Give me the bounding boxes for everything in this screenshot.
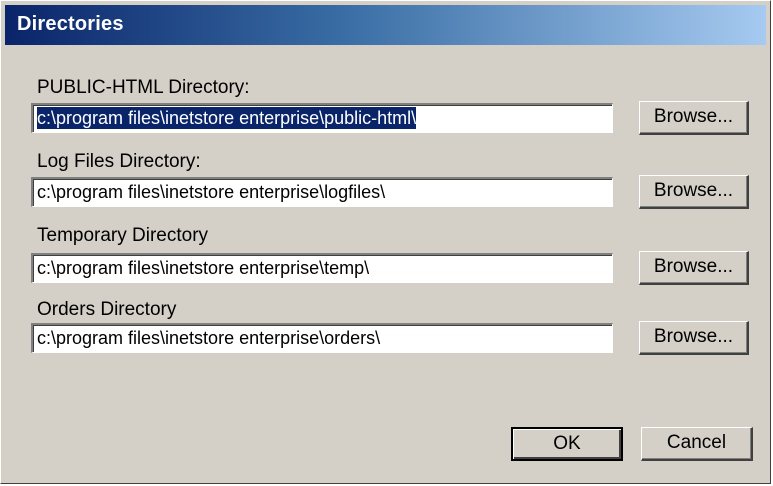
log-files-directory-label: Log Files Directory: [37, 151, 201, 172]
temporary-directory-input[interactable]: c:\program files\inetstore enterprise\te… [31, 253, 613, 283]
orders-directory-input[interactable]: c:\program files\inetstore enterprise\or… [31, 323, 613, 353]
orders-browse-button[interactable]: Browse... [639, 321, 749, 355]
log-files-browse-button[interactable]: Browse... [639, 175, 749, 209]
orders-directory-value: c:\program files\inetstore enterprise\or… [37, 328, 381, 348]
temporary-browse-button[interactable]: Browse... [639, 251, 749, 285]
temporary-directory-value: c:\program files\inetstore enterprise\te… [37, 258, 370, 278]
orders-directory-label: Orders Directory [37, 299, 177, 320]
cancel-button[interactable]: Cancel [641, 427, 753, 461]
log-files-directory-input[interactable]: c:\program files\inetstore enterprise\lo… [31, 177, 613, 207]
public-html-directory-value: c:\program files\inetstore enterprise\pu… [37, 107, 417, 129]
title-bar[interactable]: Directories [5, 5, 766, 45]
public-html-directory-label: PUBLIC-HTML Directory: [37, 77, 250, 98]
public-html-browse-button[interactable]: Browse... [639, 101, 749, 135]
directories-dialog: Directories PUBLIC-HTML Directory: c:\pr… [0, 0, 771, 484]
dialog-title: Directories [17, 13, 124, 35]
public-html-directory-input[interactable]: c:\program files\inetstore enterprise\pu… [31, 103, 613, 133]
temporary-directory-label: Temporary Directory [37, 225, 209, 246]
ok-button[interactable]: OK [511, 427, 623, 461]
log-files-directory-value: c:\program files\inetstore enterprise\lo… [37, 182, 386, 202]
